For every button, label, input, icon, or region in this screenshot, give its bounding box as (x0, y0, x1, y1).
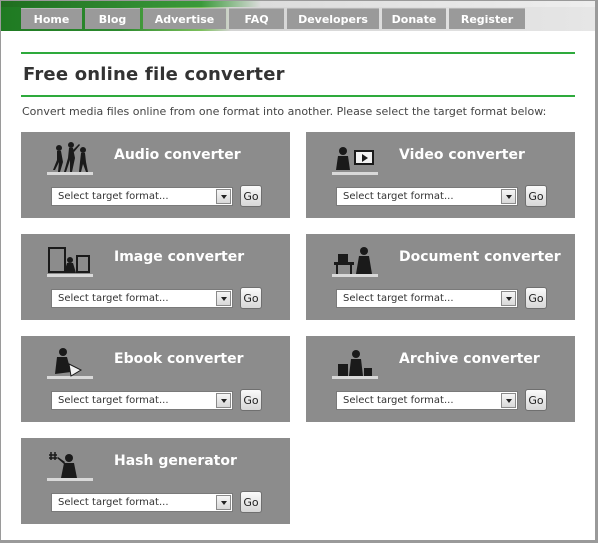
title-rule-bottom (21, 95, 575, 97)
card-title: Archive converter (399, 351, 540, 367)
go-button[interactable]: Go (525, 389, 547, 411)
converter-card-archive: Archive converter Select target format..… (306, 336, 575, 422)
target-format-select[interactable]: Select target format... (51, 289, 233, 308)
target-format-select[interactable]: Select target format... (51, 187, 233, 206)
card-title: Ebook converter (114, 351, 244, 367)
top-banner: Home Blog Advertise FAQ Developers Donat… (1, 1, 595, 31)
go-button[interactable]: Go (240, 491, 262, 513)
card-title: Audio converter (114, 147, 241, 163)
chevron-down-icon[interactable] (501, 189, 516, 204)
title-rule-top (21, 52, 575, 54)
select-value: Select target format... (58, 497, 169, 508)
go-button[interactable]: Go (240, 287, 262, 309)
chevron-down-icon[interactable] (501, 393, 516, 408)
nav-tab-register[interactable]: Register (449, 8, 525, 29)
archive-boxes-icon (332, 350, 378, 379)
select-value: Select target format... (58, 395, 169, 406)
target-format-select[interactable]: Select target format... (336, 289, 518, 308)
page-title: Free online file converter (23, 64, 285, 85)
card-title: Image converter (114, 249, 245, 265)
picture-frames-icon (47, 247, 93, 277)
select-value: Select target format... (343, 395, 454, 406)
go-button[interactable]: Go (240, 389, 262, 411)
go-button[interactable]: Go (525, 287, 547, 309)
main-nav: Home Blog Advertise FAQ Developers Donat… (21, 8, 525, 29)
reader-icon (47, 348, 93, 379)
converter-card-ebook: Ebook converter Select target format... … (21, 336, 290, 422)
card-title: Hash generator (114, 453, 237, 469)
select-value: Select target format... (343, 293, 454, 304)
converter-card-document: Document converter Select target format.… (306, 234, 575, 320)
card-title: Video converter (399, 147, 525, 163)
tv-viewer-icon (332, 147, 378, 175)
select-value: Select target format... (343, 191, 454, 202)
nav-tab-blog[interactable]: Blog (85, 8, 140, 29)
chevron-down-icon[interactable] (216, 393, 231, 408)
target-format-select[interactable]: Select target format... (51, 391, 233, 410)
card-title: Document converter (399, 249, 561, 265)
target-format-select[interactable]: Select target format... (336, 391, 518, 410)
target-format-select[interactable]: Select target format... (51, 493, 233, 512)
nav-tab-faq[interactable]: FAQ (229, 8, 284, 29)
converter-card-image: Image converter Select target format... … (21, 234, 290, 320)
chevron-down-icon[interactable] (216, 291, 231, 306)
nav-tab-donate[interactable]: Donate (382, 8, 446, 29)
chevron-down-icon[interactable] (216, 495, 231, 510)
converter-card-audio: Audio converter Select target format... … (21, 132, 290, 218)
hash-person-icon (47, 452, 93, 481)
go-button[interactable]: Go (240, 185, 262, 207)
chevron-down-icon[interactable] (216, 189, 231, 204)
nav-tab-advertise[interactable]: Advertise (143, 8, 226, 29)
converter-card-video: Video converter Select target format... … (306, 132, 575, 218)
nav-tab-developers[interactable]: Developers (287, 8, 379, 29)
nav-tab-home[interactable]: Home (21, 8, 82, 29)
top-stripe (1, 1, 595, 7)
chevron-down-icon[interactable] (501, 291, 516, 306)
go-button[interactable]: Go (525, 185, 547, 207)
desk-worker-icon (332, 247, 378, 277)
select-value: Select target format... (58, 191, 169, 202)
browser-frame: Home Blog Advertise FAQ Developers Donat… (0, 0, 598, 543)
target-format-select[interactable]: Select target format... (336, 187, 518, 206)
intro-text: Convert media files online from one form… (22, 105, 547, 118)
dancers-icon (47, 142, 93, 175)
converter-card-hash: Hash generator Select target format... G… (21, 438, 290, 524)
select-value: Select target format... (58, 293, 169, 304)
